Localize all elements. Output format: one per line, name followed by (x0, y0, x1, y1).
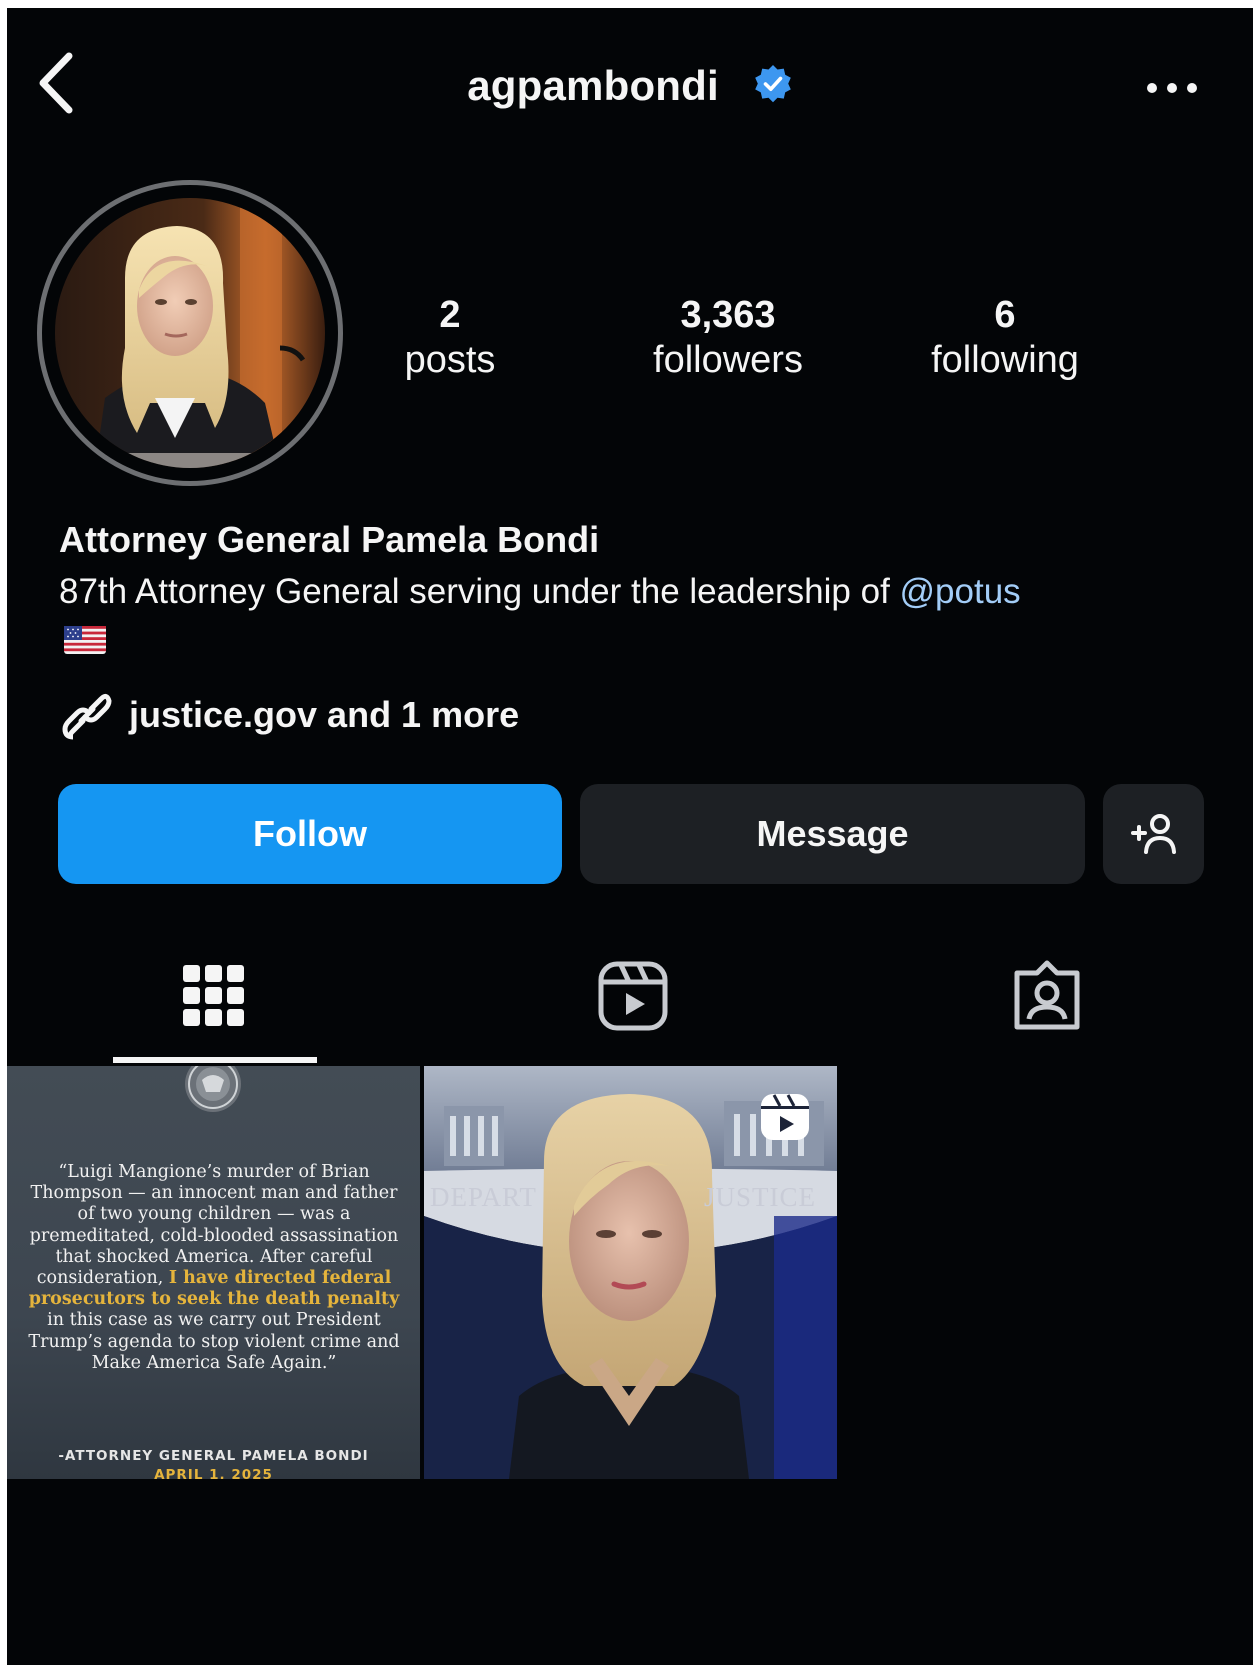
tab-tagged[interactable] (992, 948, 1102, 1044)
post-quote-text: “Luigi Mangione’s murder of Brian Thomps… (21, 1162, 407, 1374)
avatar[interactable] (55, 198, 325, 468)
avatar-portrait (55, 198, 325, 468)
following-count[interactable]: 6 following (875, 293, 1135, 383)
tagged-icon (1014, 960, 1080, 1030)
followers-count[interactable]: 3,363 followers (598, 293, 858, 383)
quote-attribution: -ATTORNEY GENERAL PAMELA BONDI (58, 1448, 369, 1464)
posts-count-value: 2 (439, 294, 461, 336)
active-tab-indicator (113, 1057, 317, 1063)
backdrop-text-right: JUSTICE (704, 1182, 817, 1212)
backdrop-text-left: DEPART (430, 1182, 537, 1212)
posts-count-label: posts (404, 339, 496, 381)
tab-grid[interactable] (159, 948, 269, 1044)
link-icon (62, 693, 112, 740)
followers-count-label: followers (653, 339, 803, 381)
following-count-label: following (931, 339, 1079, 381)
us-flag-icon (64, 626, 106, 654)
bio-link-text: justice.gov and 1 more (129, 694, 520, 735)
grid-icon (183, 965, 244, 1026)
posts-count: 2 posts (320, 293, 580, 383)
follow-button[interactable]: Follow (58, 784, 562, 884)
followers-count-value: 3,363 (680, 294, 776, 336)
suggest-accounts-button[interactable] (1103, 784, 1204, 884)
post-tile-2[interactable]: DEPART JUSTICE (424, 1066, 837, 1479)
doj-seal-icon (185, 1066, 241, 1112)
bio-text: 87th Attorney General serving under the … (59, 571, 1021, 613)
following-count-value: 6 (994, 294, 1016, 336)
quote-date: APRIL 1, 2025 (154, 1467, 273, 1479)
bio-mention-link[interactable]: @potus (900, 572, 1021, 611)
bio-link[interactable]: justice.gov and 1 more (59, 690, 519, 740)
profile-screen: agpambondi 2 posts 3,363 followers 6 fol… (7, 8, 1253, 1665)
reels-badge-icon (761, 1094, 809, 1140)
quote-part-2: in this case as we carry out President T… (28, 1310, 400, 1373)
profile-username-header: agpambondi (7, 58, 1253, 111)
add-user-icon (1130, 814, 1176, 854)
profile-display-name: Attorney General Pamela Bondi (59, 519, 600, 560)
more-horizontal-icon[interactable] (1142, 70, 1202, 106)
reels-icon (598, 961, 668, 1031)
post-tile-1[interactable]: “Luigi Mangione’s murder of Brian Thomps… (7, 1066, 420, 1479)
verified-badge-icon (754, 64, 791, 103)
bio-text-body: 87th Attorney General serving under the … (59, 572, 900, 611)
message-button[interactable]: Message (580, 784, 1085, 884)
tab-reels[interactable] (578, 948, 688, 1044)
username: agpambondi (467, 61, 719, 109)
